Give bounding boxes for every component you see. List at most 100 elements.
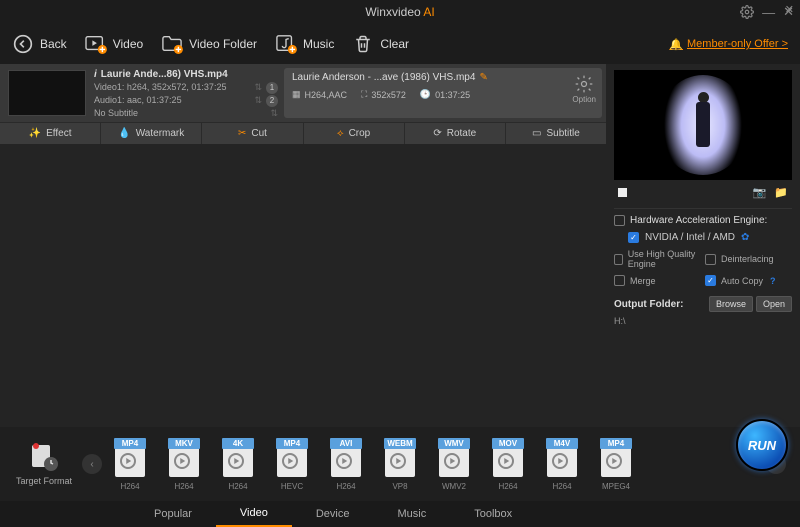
- watermark-button[interactable]: 💧Watermark: [101, 123, 202, 144]
- item-detail-card: Laurie Anderson - ...ave (1986) VHS.mp4✎…: [284, 68, 602, 118]
- format-preset[interactable]: M4VH264: [538, 438, 586, 491]
- rotate-button[interactable]: ⟳Rotate: [405, 123, 506, 144]
- merge-checkbox[interactable]: [614, 275, 625, 286]
- format-badge: MOV: [492, 438, 524, 449]
- format-preset[interactable]: AVIH264: [322, 438, 370, 491]
- format-codec-label: H264: [160, 482, 208, 491]
- wand-icon: ✨: [29, 128, 41, 139]
- run-button[interactable]: RUN: [736, 419, 788, 471]
- format-codec-label: H264: [106, 482, 154, 491]
- bell-icon: 🔔: [669, 38, 683, 51]
- edit-toolbar: ✨Effect 💧Watermark ✂Cut ⟡Crop ⟳Rotate ▭S…: [0, 122, 606, 144]
- item-filename-short: Laurie Ande...86) VHS.mp4: [101, 69, 228, 80]
- tab-device[interactable]: Device: [292, 501, 374, 527]
- format-codec-label: VP8: [376, 482, 424, 491]
- hw-accel-checkbox[interactable]: [614, 215, 625, 226]
- effect-button[interactable]: ✨Effect: [0, 123, 101, 144]
- format-badge: WMV: [438, 438, 470, 449]
- format-codec-label: MPEG4: [592, 482, 640, 491]
- add-music-button[interactable]: Music: [275, 33, 334, 55]
- folder-plus-icon: [161, 33, 183, 55]
- add-video-folder-button[interactable]: Video Folder: [161, 33, 257, 55]
- title-bar: Winxvideo AI — ✕: [0, 0, 800, 24]
- format-preset[interactable]: MP4HEVC: [268, 438, 316, 491]
- snapshot-icon[interactable]: 📷: [753, 186, 767, 199]
- side-panel: 📷 📁 Hardware Acceleration Engine: ✓ NVID…: [606, 64, 800, 427]
- format-preset[interactable]: MP4 MPEG4: [592, 438, 640, 491]
- hw-accel-heading: Hardware Acceleration Engine:: [614, 215, 792, 226]
- stop-button[interactable]: [618, 188, 627, 197]
- info-icon: i: [94, 69, 97, 80]
- format-codec-label: HEVC: [268, 482, 316, 491]
- output-path: H:\: [614, 316, 792, 326]
- format-preset[interactable]: MOV H264: [484, 438, 532, 491]
- back-arrow-icon: [12, 33, 34, 55]
- format-badge: MP4: [114, 438, 146, 449]
- format-preset[interactable]: MKV H264: [160, 438, 208, 491]
- minimize-button[interactable]: —: [762, 5, 775, 20]
- help-icon[interactable]: ?: [770, 276, 776, 286]
- clear-button[interactable]: Clear: [352, 33, 409, 55]
- target-format-button[interactable]: Target Format: [10, 442, 78, 486]
- scissors-icon: ✂: [238, 128, 246, 139]
- music-plus-icon: [275, 33, 297, 55]
- clear-label: Clear: [380, 37, 409, 51]
- tab-music[interactable]: Music: [373, 501, 450, 527]
- rotate-icon: ⟳: [433, 128, 441, 139]
- hq-label: Use High Quality Engine: [628, 249, 701, 269]
- subtitle-track-info: No Subtitle: [94, 107, 138, 120]
- subtitle-button[interactable]: ▭Subtitle: [506, 123, 606, 144]
- tab-video[interactable]: Video: [216, 501, 292, 527]
- app-title: Winxvideo AI: [365, 5, 434, 19]
- format-strip: Target Format ‹ MP4H264MKVH2644KH264MP4H…: [0, 427, 800, 501]
- format-preset[interactable]: MP4 H264: [106, 438, 154, 491]
- format-preset[interactable]: WEBM VP8: [376, 438, 424, 491]
- gpu-label: NVIDIA / Intel / AMD: [645, 232, 735, 243]
- resolution-value: 352x572: [371, 90, 406, 100]
- format-codec-label: H264: [214, 482, 262, 491]
- back-button[interactable]: Back: [12, 33, 67, 55]
- resolution-icon: ⛶: [361, 89, 367, 100]
- gpu-settings-icon[interactable]: ✿: [741, 232, 749, 243]
- autocopy-checkbox[interactable]: ✓: [705, 275, 716, 286]
- format-category-tabs: PopularVideoDeviceMusicToolbox: [0, 501, 800, 527]
- rename-icon[interactable]: ✎: [479, 72, 487, 83]
- format-codec-label: H264: [484, 482, 532, 491]
- remove-item-button[interactable]: ✕: [785, 3, 794, 16]
- hq-checkbox[interactable]: [614, 254, 623, 265]
- item-option-button[interactable]: Option: [572, 74, 596, 104]
- deint-label: Deinterlacing: [721, 254, 774, 264]
- main-toolbar: Back Video Video Folder Music Clear 🔔 Me…: [0, 24, 800, 64]
- format-badge: WEBM: [384, 438, 416, 449]
- format-badge: AVI: [330, 438, 362, 449]
- gpu-checkbox[interactable]: ✓: [628, 232, 639, 243]
- video-track-badge: 1: [266, 82, 278, 94]
- file-item[interactable]: ✕ iLaurie Ande...86) VHS.mp4 Video1: h26…: [0, 64, 606, 144]
- formats-prev-button[interactable]: ‹: [82, 454, 102, 474]
- settings-icon[interactable]: [740, 5, 754, 19]
- format-badge: M4V: [546, 438, 578, 449]
- format-preset[interactable]: WMVWMV2: [430, 438, 478, 491]
- crop-icon: ⟡: [337, 128, 344, 139]
- member-offer-link[interactable]: 🔔 Member-only Offer >: [669, 38, 788, 51]
- add-video-button[interactable]: Video: [85, 33, 143, 55]
- video-plus-icon: [85, 33, 107, 55]
- preview-player[interactable]: [614, 70, 792, 180]
- trash-icon: [352, 33, 374, 55]
- clock-icon: 🕒: [420, 89, 431, 100]
- open-folder-icon[interactable]: 📁: [774, 186, 788, 199]
- deint-checkbox[interactable]: [705, 254, 716, 265]
- duration-value: 01:37:25: [435, 90, 470, 100]
- output-folder-label: Output Folder:: [614, 299, 683, 310]
- tab-toolbox[interactable]: Toolbox: [450, 501, 536, 527]
- format-preset[interactable]: 4KH264: [214, 438, 262, 491]
- file-list-panel: ✕ iLaurie Ande...86) VHS.mp4 Video1: h26…: [0, 64, 606, 427]
- tab-popular[interactable]: Popular: [130, 501, 216, 527]
- browse-button[interactable]: Browse: [709, 296, 753, 312]
- crop-button[interactable]: ⟡Crop: [304, 123, 405, 144]
- open-button[interactable]: Open: [756, 296, 792, 312]
- format-badge: MKV: [168, 438, 200, 449]
- subtitle-icon: ▭: [532, 128, 541, 139]
- format-badge: MP4: [600, 438, 632, 449]
- cut-button[interactable]: ✂Cut: [202, 123, 303, 144]
